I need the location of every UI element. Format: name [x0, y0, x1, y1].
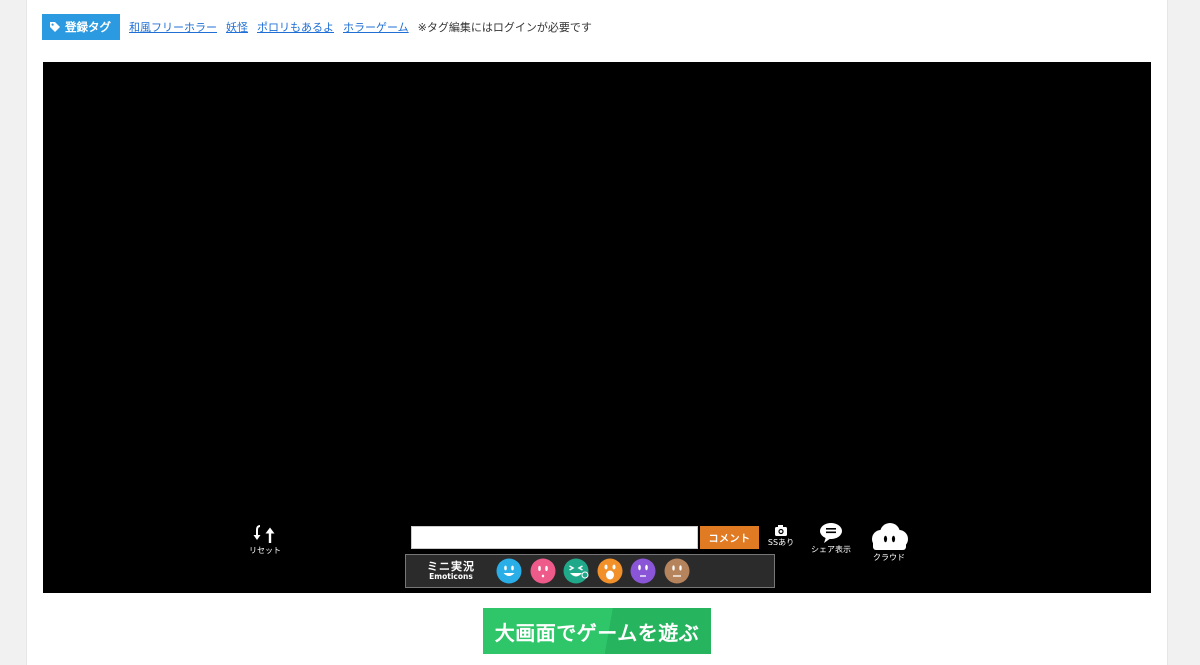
share-label: シェア表示 — [811, 545, 851, 554]
comment-submit-button[interactable]: コメント — [700, 526, 759, 549]
tag-link-yokai[interactable]: 妖怪 — [226, 19, 248, 35]
cloud-label: クラウド — [873, 553, 905, 562]
camera-icon — [775, 525, 787, 536]
screenshot-toggle[interactable]: SSあり — [765, 524, 797, 554]
reset-icon — [253, 525, 275, 543]
tag-link-porori[interactable]: ポロリもあるよ — [257, 19, 334, 35]
emoticon-title: ミニ実況 Emoticons — [406, 561, 496, 580]
cloud-icon — [872, 523, 908, 550]
comment-input[interactable] — [411, 526, 698, 549]
reset-label: リセット — [249, 546, 281, 555]
ss-label: SSあり — [767, 538, 795, 547]
tag-badge: 登録タグ — [42, 14, 120, 40]
tag-link-horror-game[interactable]: ホラーゲーム — [343, 19, 409, 35]
cloud-toggle[interactable]: クラウド — [867, 522, 911, 566]
play-fullscreen-button[interactable]: 大画面でゲームを遊ぶ — [483, 608, 711, 654]
shock-emoticon[interactable] — [597, 558, 623, 584]
share-toggle[interactable]: シェア表示 — [809, 522, 853, 556]
reset-button[interactable]: リセット — [248, 523, 282, 559]
tag-edit-note: ※タグ編集にはログインが必要です — [417, 21, 592, 34]
laugh-emoticon[interactable] — [563, 558, 589, 584]
tag-row: 登録タグ 和風フリーホラー 妖怪 ポロリもあるよ ホラーゲーム ※タグ編集にはロ… — [42, 14, 592, 40]
game-canvas[interactable]: リセット コメント SSあり シェア表示 クラウド ミニ実況 Emoticons — [43, 62, 1151, 593]
emoticon-bar: ミニ実況 Emoticons — [405, 554, 775, 588]
speech-bubble-icon — [820, 523, 842, 543]
tag-badge-label: 登録タグ — [65, 20, 111, 34]
neutral-emoticon[interactable] — [664, 558, 690, 584]
smile-emoticon[interactable] — [496, 558, 522, 584]
tag-link-wafu-horror[interactable]: 和風フリーホラー — [129, 19, 217, 35]
nervous-emoticon[interactable] — [630, 558, 656, 584]
blush-emoticon[interactable] — [530, 558, 556, 584]
tag-icon — [50, 22, 60, 32]
emoticon-title-sub: Emoticons — [429, 571, 473, 581]
